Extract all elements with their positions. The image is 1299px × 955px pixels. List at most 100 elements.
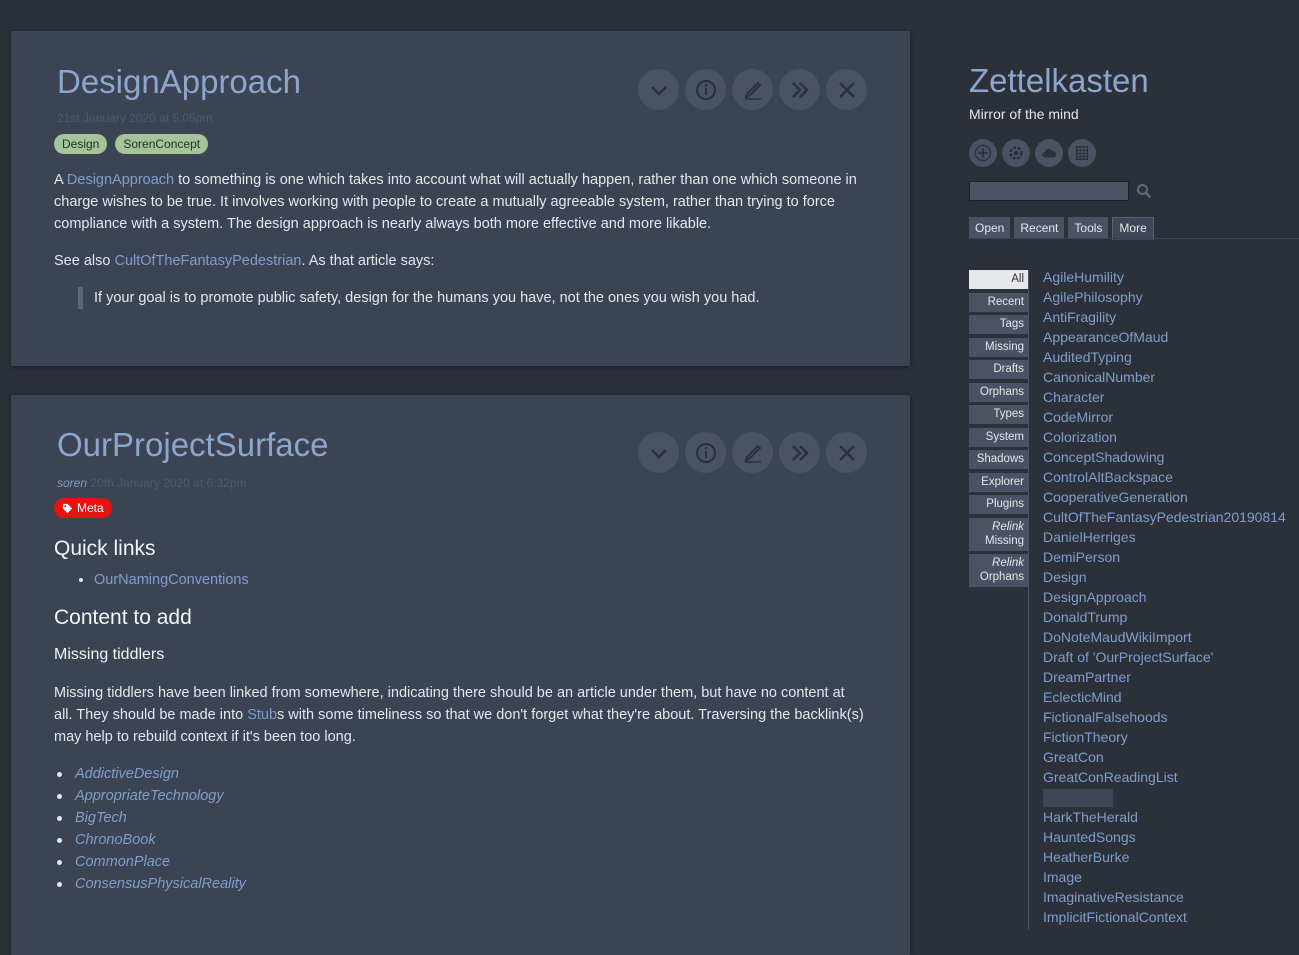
missing-link[interactable]: AddictiveDesign (75, 766, 179, 782)
all-list-item[interactable]: Image (1043, 867, 1286, 887)
all-list-item[interactable]: AntiFragility (1043, 307, 1286, 327)
all-list-item[interactable]: CultOfTheFantasyPedestrian20190814 (1043, 507, 1286, 527)
missing-link[interactable]: ConsensusPhysicalReality (75, 876, 246, 892)
tiddler-design-approach: DesignApproach 21st January 2020 at 5:05… (11, 31, 910, 366)
all-list-item[interactable]: ConceptShadowing (1043, 447, 1286, 467)
new-tiddler-button[interactable] (969, 139, 997, 167)
subtab-types[interactable]: Types (969, 405, 1029, 424)
all-list-item[interactable]: HeatherBurke (1043, 847, 1286, 867)
all-list-item[interactable]: Character (1043, 387, 1286, 407)
all-list-item[interactable]: Colorization (1043, 427, 1286, 447)
link-designapproach[interactable]: DesignApproach (67, 172, 174, 188)
tiddler-title[interactable]: OurProjectSurface (57, 426, 328, 464)
all-list-item[interactable]: ImaginativeResistance (1043, 887, 1286, 907)
more-subtabs: All Recent Tags Missing Drafts Orphans T… (969, 270, 1029, 591)
all-list-item[interactable]: DanielHerriges (1043, 527, 1286, 547)
all-list-item[interactable]: CanonicalNumber (1043, 367, 1286, 387)
search-icon[interactable] (1136, 183, 1152, 199)
all-list-item[interactable]: DesignApproach (1043, 587, 1286, 607)
close-button[interactable] (826, 432, 867, 473)
modifier-link[interactable]: soren (57, 476, 87, 490)
tab-more[interactable]: More (1112, 217, 1154, 240)
paragraph: See also CultOfTheFantasyPedestrian. As … (54, 250, 864, 272)
missing-link[interactable]: ChronoBook (75, 832, 156, 848)
fold-button[interactable] (638, 432, 679, 473)
subtab-plugins[interactable]: Plugins (969, 495, 1029, 514)
double-chevron-right-icon (791, 81, 809, 98)
all-list-item[interactable]: AuditedTyping (1043, 347, 1286, 367)
missing-link[interactable]: BigTech (75, 810, 127, 826)
all-list-item[interactable]: AgilePhilosophy (1043, 287, 1286, 307)
layout-button[interactable] (1068, 139, 1096, 167)
subtab-system[interactable]: System (969, 427, 1029, 447)
all-list-item[interactable]: FictionTheory (1043, 727, 1286, 747)
all-list-item[interactable]: ImplicitFictionalContext (1043, 907, 1286, 927)
all-list-item[interactable]: ControlAltBackspace (1043, 467, 1286, 487)
subtab-relink-missing[interactable]: Relink Missing (969, 517, 1029, 551)
all-list-item[interactable]: AppearanceOfMaud (1043, 327, 1286, 347)
tab-open[interactable]: Open (969, 217, 1011, 239)
list-item: AppropriateTechnology (57, 785, 864, 807)
all-list-item[interactable]: DemiPerson (1043, 547, 1286, 567)
subtab-shadows[interactable]: Shadows (969, 450, 1029, 469)
missing-link[interactable]: CommonPlace (75, 854, 170, 870)
list-item: OurNamingConventions (94, 569, 864, 591)
all-list-item[interactable]: EclecticMind (1043, 687, 1286, 707)
all-list-item[interactable]: CooperativeGeneration (1043, 487, 1286, 507)
all-list-item[interactable]: AgileHumility (1043, 267, 1286, 287)
all-list-item[interactable]: DoNoteMaudWikiImport (1043, 627, 1286, 647)
heading-quick-links: Quick links (54, 537, 156, 560)
list-item: CommonPlace (57, 851, 864, 873)
all-list-item[interactable]: HauntedSongs (1043, 827, 1286, 847)
fold-button[interactable] (638, 69, 679, 110)
all-list-item[interactable]: DreamPartner (1043, 667, 1286, 687)
more-actions-button[interactable] (779, 69, 820, 110)
subtab-missing[interactable]: Missing (969, 337, 1029, 357)
info-button[interactable] (685, 432, 726, 473)
subtab-explorer[interactable]: Explorer (969, 472, 1029, 492)
all-list-item[interactable] (1043, 787, 1286, 808)
link-ournamingconventions[interactable]: OurNamingConventions (94, 572, 249, 588)
tag-list: Meta (54, 498, 112, 518)
tab-recent[interactable]: Recent (1014, 217, 1065, 239)
subtab-all[interactable]: All (969, 270, 1029, 289)
all-list-item[interactable]: Design (1043, 567, 1286, 587)
all-list-item[interactable]: HarkTheHerald (1043, 807, 1286, 827)
info-button[interactable] (685, 69, 726, 110)
subtab-tags[interactable]: Tags (969, 315, 1029, 334)
link-cultofthefantasypedestrian[interactable]: CultOfTheFantasyPedestrian (114, 253, 301, 269)
tiddler-controls (638, 69, 867, 110)
control-panel-button[interactable] (1002, 139, 1030, 167)
edit-icon (743, 81, 761, 100)
search-input[interactable] (969, 181, 1129, 201)
subtab-orphans[interactable]: Orphans (969, 382, 1029, 402)
all-list-item[interactable]: CodeMirror (1043, 407, 1286, 427)
edit-button[interactable] (732, 432, 773, 473)
chevron-down-icon (650, 85, 667, 96)
tag-sorenconcept[interactable]: SorenConcept (115, 134, 209, 154)
all-list-item[interactable]: FictionalFalsehoods (1043, 707, 1286, 727)
tiddler-title[interactable]: DesignApproach (57, 63, 301, 101)
all-list-item[interactable]: GreatCon (1043, 747, 1286, 767)
save-wiki-button[interactable] (1035, 139, 1063, 167)
tag-design[interactable]: Design (54, 134, 108, 154)
all-list-item[interactable]: GreatConReadingList (1043, 767, 1286, 787)
info-icon (695, 79, 716, 100)
list-item: ChronoBook (57, 829, 864, 851)
subtab-label: Missing (985, 534, 1024, 547)
all-list-item[interactable]: DonaldTrump (1043, 607, 1286, 627)
site-title[interactable]: Zettelkasten (969, 62, 1149, 100)
missing-link[interactable]: AppropriateTechnology (75, 788, 224, 804)
tag-meta[interactable]: Meta (54, 498, 112, 518)
close-button[interactable] (826, 69, 867, 110)
more-actions-button[interactable] (779, 432, 820, 473)
subtab-relink-orphans[interactable]: Relink Orphans (969, 554, 1029, 587)
edit-button[interactable] (732, 69, 773, 110)
subtab-drafts[interactable]: Drafts (969, 360, 1029, 379)
all-list-item[interactable]: Draft of 'OurProjectSurface' (1043, 647, 1286, 667)
subtab-recent[interactable]: Recent (969, 292, 1029, 312)
plus-icon (974, 144, 992, 162)
tab-tools[interactable]: Tools (1068, 217, 1109, 239)
tiddler-date: 21st January 2020 at 5:05pm (57, 111, 213, 125)
link-stub[interactable]: Stub (247, 707, 277, 723)
